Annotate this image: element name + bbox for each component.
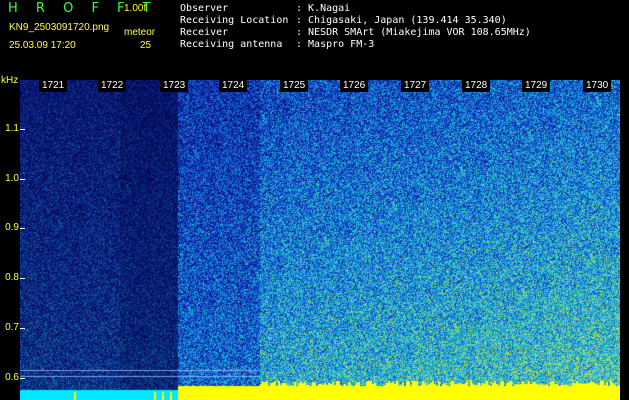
meteor-count: 25: [140, 40, 152, 51]
datetime: 25.03.09 17:20: [9, 40, 76, 51]
x-tick-label: 1721: [39, 80, 68, 92]
y-tick-label: 0.7: [5, 322, 19, 333]
y-tick-mark: [20, 129, 25, 130]
y-tick-mark: [20, 228, 25, 229]
info-key: Receiving Location: [180, 15, 289, 26]
spectrogram: [20, 80, 620, 400]
info-value: : K.Nagai: [296, 3, 351, 14]
y-tick-label: 1.1: [5, 123, 19, 134]
y-tick-label: 0.6: [5, 372, 19, 383]
info-value: : NESDR SMArt (Miakejima VOR 108.65MHz): [296, 27, 531, 38]
info-value: : Maspro FM-3: [296, 39, 375, 50]
x-tick-label: 1729: [522, 80, 551, 92]
y-tick-label: 0.8: [5, 272, 19, 283]
x-tick-label: 1730: [583, 80, 612, 92]
app-version: 1.00f: [124, 3, 147, 14]
y-tick-label: 1.0: [5, 173, 19, 184]
x-tick-label: 1728: [462, 80, 491, 92]
file-name: KN9_2503091720.png: [9, 22, 110, 33]
x-tick-label: 1726: [340, 80, 369, 92]
y-axis-unit: kHz: [1, 75, 19, 86]
info-location: Receiving Location : Chigasaki, Japan (13…: [180, 15, 507, 26]
info-observer: Observer : K.Nagai: [180, 3, 350, 14]
spectrogram-canvas: [20, 80, 620, 400]
y-tick-mark: [20, 278, 25, 279]
header-panel: H R O F F T 1.00f KN9_2503091720.png met…: [0, 0, 629, 80]
y-tick-mark: [20, 328, 25, 329]
meteor-label: meteor: [124, 27, 156, 38]
x-tick-label: 1724: [219, 80, 248, 92]
info-key: Receiving antenna: [180, 39, 283, 50]
x-tick-label: 1725: [280, 80, 309, 92]
y-tick-mark: [20, 378, 25, 379]
info-receiver: Receiver : NESDR SMArt (Miakejima VOR 108…: [180, 27, 531, 38]
info-key: Observer: [180, 3, 229, 14]
y-tick-mark: [20, 179, 25, 180]
x-tick-label: 1722: [98, 80, 127, 92]
x-tick-label: 1727: [401, 80, 430, 92]
info-key: Receiver: [180, 27, 229, 38]
info-antenna: Receiving antenna : Maspro FM-3: [180, 39, 374, 50]
info-value: : Chigasaki, Japan (139.414 35.340): [296, 15, 507, 26]
x-tick-label: 1723: [160, 80, 189, 92]
y-tick-label: 0.9: [5, 222, 19, 233]
